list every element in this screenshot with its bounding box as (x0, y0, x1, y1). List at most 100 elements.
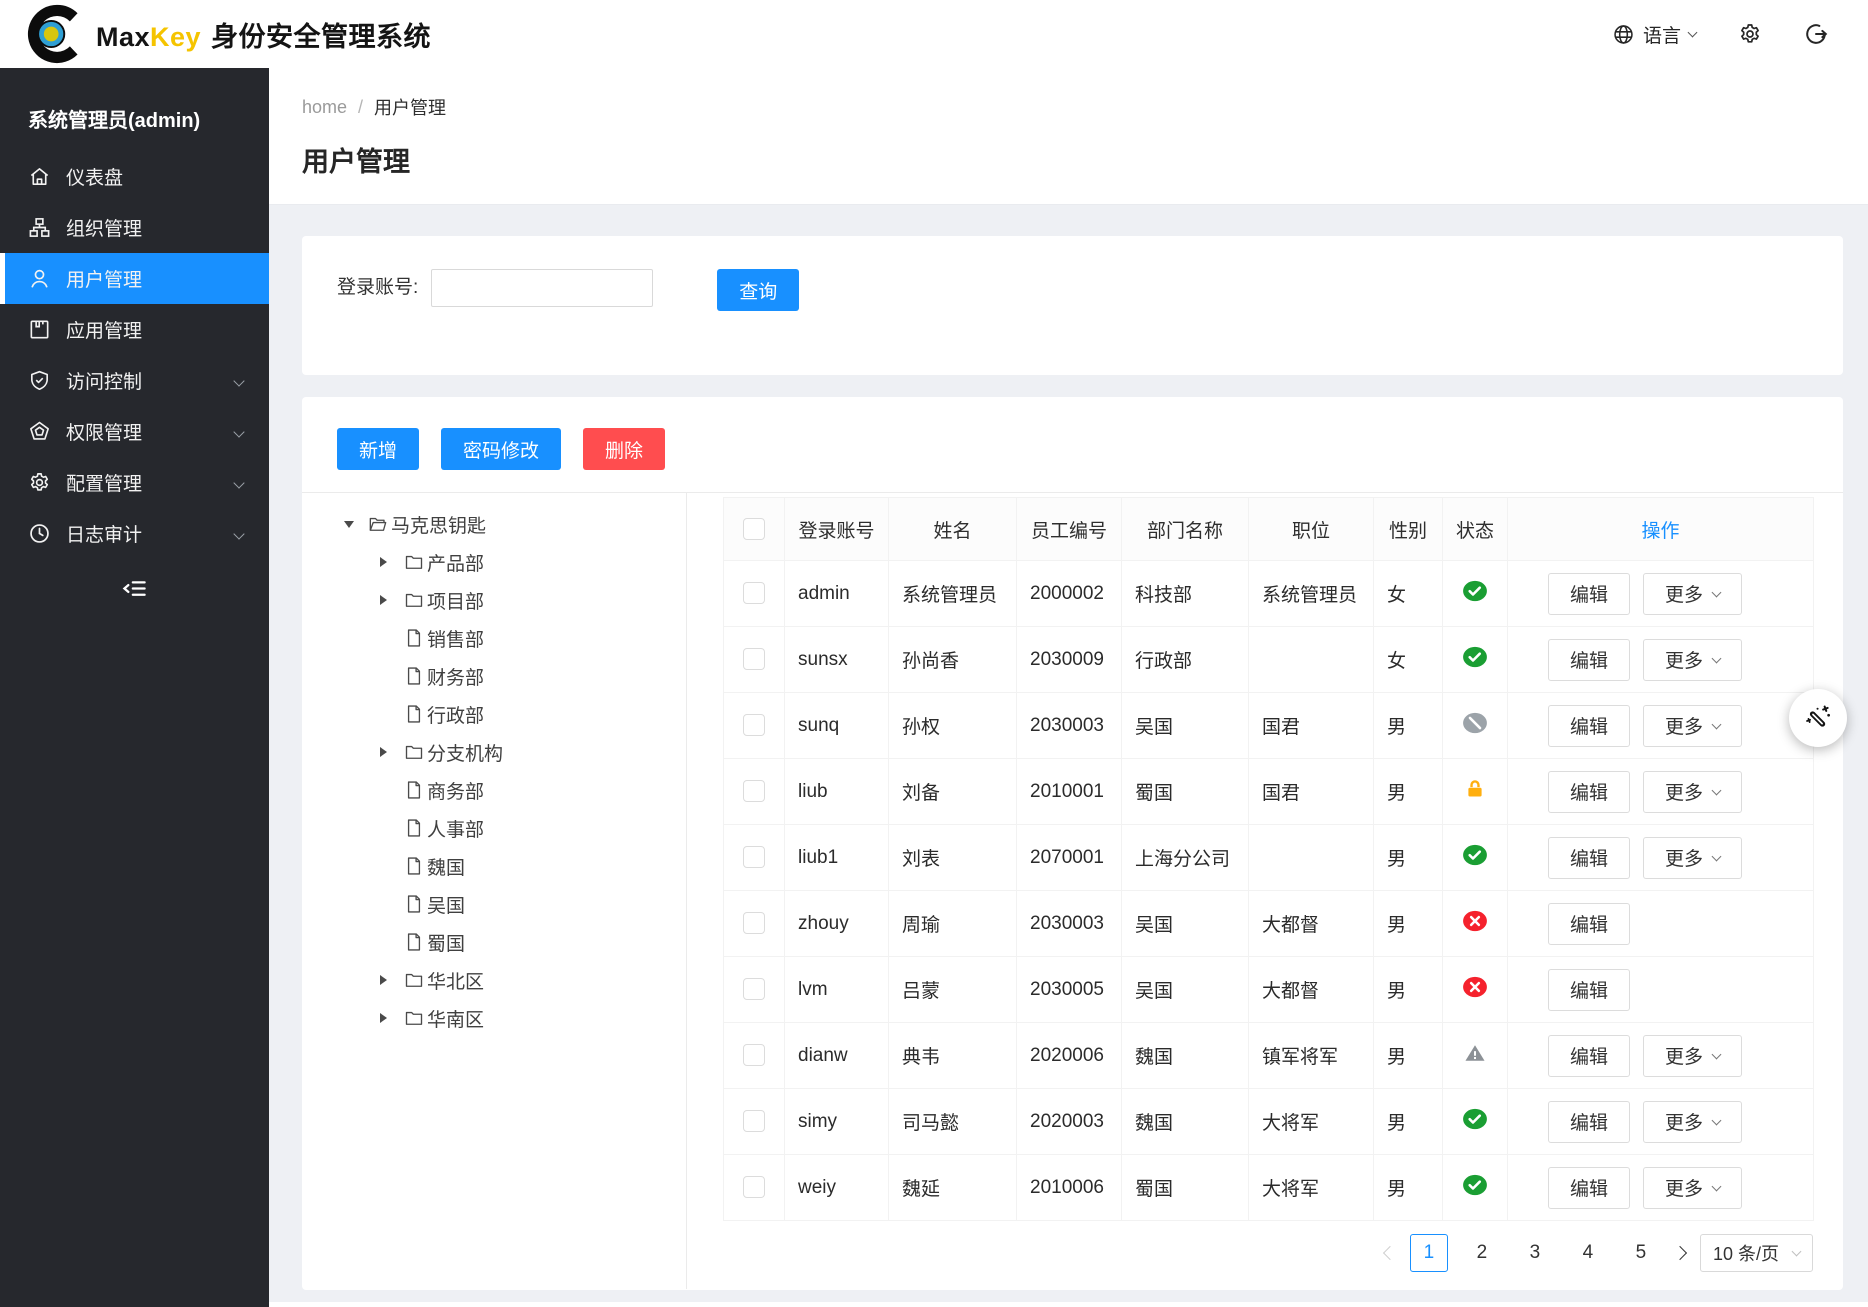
caret-right-icon (380, 557, 387, 567)
edit-button[interactable]: 编辑 (1548, 1101, 1630, 1143)
edit-button[interactable]: 编辑 (1548, 639, 1630, 681)
add-button[interactable]: 新增 (337, 428, 419, 470)
tree-node[interactable]: 销售部 (302, 619, 686, 657)
sidebar-item-label: 应用管理 (66, 316, 142, 343)
edit-button[interactable]: 编辑 (1548, 705, 1630, 747)
page-button-5[interactable]: 5 (1622, 1234, 1660, 1272)
row-checkbox[interactable] (743, 780, 765, 802)
table-row: zhouy周瑜2030003吴国大都督男编辑 (724, 891, 1814, 957)
edit-button[interactable]: 编辑 (1548, 837, 1630, 879)
more-button[interactable]: 更多 (1643, 837, 1742, 879)
tree-node[interactable]: 蜀国 (302, 923, 686, 961)
cell-title: 系统管理员 (1249, 561, 1374, 627)
login-account-input[interactable] (431, 269, 653, 307)
row-checkbox[interactable] (743, 846, 765, 868)
product-name: 身份安全管理系统 (211, 22, 431, 52)
settings-button[interactable] (1738, 22, 1762, 46)
tree-node[interactable]: 行政部 (302, 695, 686, 733)
sidebar-item-org[interactable]: 组织管理 (0, 202, 269, 253)
table-row: lvm吕蒙2030005吴国大都督男编辑 (724, 957, 1814, 1023)
tree-node[interactable]: 吴国 (302, 885, 686, 923)
sidebar-item-perms[interactable]: 权限管理 (0, 406, 269, 457)
more-button[interactable]: 更多 (1643, 573, 1742, 615)
cell-login: sunsx (785, 627, 889, 693)
logout-button[interactable] (1804, 22, 1828, 46)
row-checkbox[interactable] (743, 648, 765, 670)
cell-dept: 行政部 (1122, 627, 1249, 693)
breadcrumb-separator: / (358, 97, 363, 118)
breadcrumb-home[interactable]: home (302, 97, 347, 118)
status-error-icon (1462, 976, 1488, 998)
tree-node-label: 马克思钥匙 (391, 511, 486, 538)
next-page-button[interactable] (1673, 1246, 1687, 1260)
more-button[interactable]: 更多 (1643, 1035, 1742, 1077)
more-button[interactable]: 更多 (1643, 705, 1742, 747)
row-checkbox[interactable] (743, 1044, 765, 1066)
row-checkbox[interactable] (743, 1176, 765, 1198)
page-button-2[interactable]: 2 (1463, 1234, 1501, 1272)
tree-node[interactable]: 人事部 (302, 809, 686, 847)
page-button-3[interactable]: 3 (1516, 1234, 1554, 1272)
sidebar-item-apps[interactable]: 应用管理 (0, 304, 269, 355)
language-menu[interactable]: 语言 (1612, 21, 1696, 48)
row-checkbox[interactable] (743, 582, 765, 604)
tree-node-label: 人事部 (427, 815, 484, 842)
edit-button[interactable]: 编辑 (1548, 1167, 1630, 1209)
cell-dept: 科技部 (1122, 561, 1249, 627)
tree-node[interactable]: 财务部 (302, 657, 686, 695)
more-button[interactable]: 更多 (1643, 1101, 1742, 1143)
cell-name: 周瑜 (889, 891, 1017, 957)
change-password-button[interactable]: 密码修改 (441, 428, 561, 470)
prev-page-button[interactable] (1383, 1246, 1397, 1260)
page-size-select[interactable]: 10 条/页 (1700, 1234, 1813, 1272)
delete-button[interactable]: 删除 (583, 428, 665, 470)
edit-button[interactable]: 编辑 (1548, 573, 1630, 615)
row-checkbox[interactable] (743, 1110, 765, 1132)
tree-node[interactable]: 华南区 (302, 999, 686, 1037)
sidebar-item-audit[interactable]: 日志审计 (0, 508, 269, 559)
tree-node-label: 华南区 (427, 1005, 484, 1032)
row-checkbox[interactable] (743, 912, 765, 934)
edit-button[interactable]: 编辑 (1548, 969, 1630, 1011)
select-all-checkbox[interactable] (743, 518, 765, 540)
edit-button[interactable]: 编辑 (1548, 771, 1630, 813)
tree-node-label: 项目部 (427, 587, 484, 614)
column-header: 性别 (1374, 498, 1443, 561)
tree-node[interactable]: 马克思钥匙 (302, 505, 686, 543)
sidebar-item-config[interactable]: 配置管理 (0, 457, 269, 508)
file-icon (404, 932, 424, 952)
magic-wand-button[interactable] (1789, 689, 1847, 747)
tree-node[interactable]: 产品部 (302, 543, 686, 581)
cell-gender: 男 (1374, 1089, 1443, 1155)
edit-button[interactable]: 编辑 (1548, 1035, 1630, 1077)
edit-button[interactable]: 编辑 (1548, 903, 1630, 945)
page-button-1[interactable]: 1 (1410, 1234, 1448, 1272)
more-button[interactable]: 更多 (1643, 639, 1742, 681)
tree-node[interactable]: 商务部 (302, 771, 686, 809)
row-checkbox[interactable] (743, 978, 765, 1000)
tree-node[interactable]: 华北区 (302, 961, 686, 999)
sidebar-item-access[interactable]: 访问控制 (0, 355, 269, 406)
table-row: simy司马懿2020003魏国大将军男编辑更多 (724, 1089, 1814, 1155)
cell-title: 大都督 (1249, 891, 1374, 957)
sidebar-item-users[interactable]: 用户管理 (0, 253, 269, 304)
cell-emp-id: 2070001 (1017, 825, 1122, 891)
row-checkbox[interactable] (743, 714, 765, 736)
tree-node[interactable]: 魏国 (302, 847, 686, 885)
cell-gender: 男 (1374, 957, 1443, 1023)
tree-node[interactable]: 项目部 (302, 581, 686, 619)
page-button-4[interactable]: 4 (1569, 1234, 1607, 1272)
cell-emp-id: 2010001 (1017, 759, 1122, 825)
cell-emp-id: 2030005 (1017, 957, 1122, 1023)
more-button[interactable]: 更多 (1643, 771, 1742, 813)
status-check-icon (1462, 1108, 1488, 1130)
page-size-value: 10 条/页 (1713, 1240, 1779, 1266)
sidebar-item-dashboard[interactable]: 仪表盘 (0, 151, 269, 202)
more-button[interactable]: 更多 (1643, 1167, 1742, 1209)
breadcrumb: home / 用户管理 (302, 94, 1868, 120)
app-header: MaxKey身份安全管理系统 语言 (0, 0, 1868, 68)
menu-fold-button[interactable] (121, 575, 148, 602)
column-header-action: 操作 (1508, 498, 1814, 561)
query-button[interactable]: 查询 (717, 269, 799, 311)
tree-node[interactable]: 分支机构 (302, 733, 686, 771)
